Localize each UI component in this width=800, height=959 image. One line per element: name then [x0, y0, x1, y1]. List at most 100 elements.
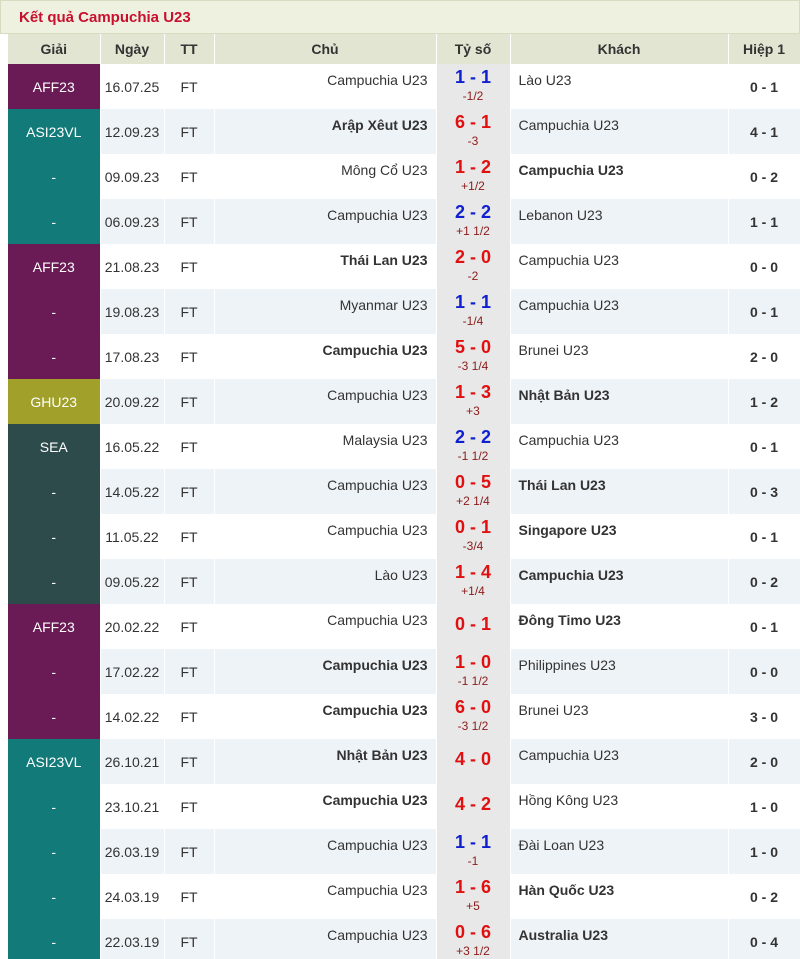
league-cell[interactable]: GHU23	[8, 379, 101, 424]
league-name[interactable]: -	[51, 844, 56, 860]
league-name[interactable]: -	[51, 484, 56, 500]
home-team-cell[interactable]: Campuchia U23	[214, 874, 437, 919]
league-cell[interactable]: AFF23	[8, 604, 101, 649]
away-team-cell[interactable]: Campuchia U23	[510, 424, 729, 469]
score[interactable]: 1 - 3	[437, 382, 510, 402]
league-cell[interactable]: -	[8, 874, 101, 919]
home-team-cell[interactable]: Thái Lan U23	[214, 244, 437, 289]
away-team-cell[interactable]: Nhật Bản U23	[510, 379, 729, 424]
home-team[interactable]: Campuchia U23	[215, 657, 427, 673]
home-team[interactable]: Myanmar U23	[215, 297, 428, 313]
away-team-cell[interactable]: Campuchia U23	[510, 559, 729, 604]
away-team-cell[interactable]: Campuchia U23	[510, 739, 729, 784]
league-name[interactable]: -	[51, 889, 56, 905]
home-team[interactable]: Campuchia U23	[215, 342, 427, 358]
table-row[interactable]: AFF23 21.08.23 FT Thái Lan U23 2 - 0 -2 Campuc…	[8, 244, 800, 289]
away-team-cell[interactable]: Campuchia U23	[510, 154, 729, 199]
league-cell[interactable]: -	[8, 829, 101, 874]
score[interactable]: 1 - 1	[437, 292, 510, 312]
table-row[interactable]: - 17.08.23 FT Campuchia U23 5 - 0 -3 1/4 Brune…	[8, 334, 800, 379]
table-row[interactable]: - 06.09.23 FT Campuchia U23 2 - 2 +1 1/2 Leban…	[8, 199, 800, 244]
score[interactable]: 4 - 0	[437, 749, 510, 769]
home-team[interactable]: Campuchia U23	[215, 792, 427, 808]
away-team-cell[interactable]: Lào U23	[510, 64, 729, 109]
score-cell[interactable]: 1 - 2 +1/2	[436, 154, 511, 199]
score-cell[interactable]: 1 - 3 +3	[436, 379, 511, 424]
score-cell[interactable]: 1 - 1 -1/2	[436, 64, 511, 109]
away-team-cell[interactable]: Brunei U23	[510, 694, 729, 739]
score[interactable]: 0 - 1	[437, 614, 510, 634]
league-cell[interactable]: -	[8, 199, 101, 244]
score[interactable]: 1 - 1	[437, 67, 510, 87]
away-team-cell[interactable]: Thái Lan U23	[510, 469, 729, 514]
league-cell[interactable]: -	[8, 784, 101, 829]
league-name[interactable]: ASI23VL	[26, 124, 81, 140]
league-cell[interactable]: -	[8, 289, 101, 334]
home-team-cell[interactable]: Campuchia U23	[214, 334, 437, 379]
league-name[interactable]: -	[51, 169, 56, 185]
home-team[interactable]: Campuchia U23	[215, 882, 427, 898]
away-team[interactable]: Campuchia U23	[519, 252, 728, 268]
away-team-cell[interactable]: Campuchia U23	[510, 244, 729, 289]
table-row[interactable]: - 14.02.22 FT Campuchia U23 6 - 0 -3 1/2 Brune…	[8, 694, 800, 739]
home-team-cell[interactable]: Campuchia U23	[214, 784, 437, 829]
home-team[interactable]: Malaysia U23	[215, 432, 428, 448]
away-team-cell[interactable]: Hồng Kông U23	[510, 784, 729, 829]
away-team[interactable]: Campuchia U23	[519, 432, 728, 448]
away-team-cell[interactable]: Singapore U23	[510, 514, 729, 559]
away-team[interactable]: Brunei U23	[519, 702, 728, 718]
score[interactable]: 4 - 2	[437, 794, 510, 814]
score-cell[interactable]: 6 - 1 -3	[436, 109, 511, 154]
away-team[interactable]: Singapore U23	[519, 522, 728, 538]
home-team[interactable]: Campuchia U23	[215, 387, 427, 403]
score-cell[interactable]: 1 - 4 +1/4	[436, 559, 511, 604]
league-name[interactable]: -	[51, 529, 56, 545]
header-halftime[interactable]: Hiệp 1	[728, 34, 800, 64]
table-row[interactable]: - 22.03.19 FT Campuchia U23 0 - 6 +3 1/2 Austr…	[8, 919, 800, 959]
league-name[interactable]: -	[51, 574, 56, 590]
league-cell[interactable]: AFF23	[8, 64, 101, 109]
home-team-cell[interactable]: Malaysia U23	[214, 424, 437, 469]
home-team[interactable]: Lào U23	[215, 567, 428, 583]
table-row[interactable]: - 26.03.19 FT Campuchia U23 1 - 1 -1 Đài Loan …	[8, 829, 800, 874]
away-team[interactable]: Campuchia U23	[519, 117, 728, 133]
league-cell[interactable]: -	[8, 694, 101, 739]
league-name[interactable]: -	[51, 664, 56, 680]
league-name[interactable]: -	[51, 799, 56, 815]
away-team-cell[interactable]: Lebanon U23	[510, 199, 729, 244]
score[interactable]: 1 - 4	[437, 562, 510, 582]
away-team[interactable]: Hồng Kông U23	[519, 792, 728, 808]
score[interactable]: 1 - 2	[437, 157, 510, 177]
score[interactable]: 0 - 6	[437, 922, 510, 942]
table-row[interactable]: ASI23VL 26.10.21 FT Nhật Bản U23 4 - 0 Campuc…	[8, 739, 800, 784]
header-date[interactable]: Ngày	[100, 34, 165, 64]
score-cell[interactable]: 2 - 2 -1 1/2	[436, 424, 511, 469]
home-team-cell[interactable]: Mông Cổ U23	[214, 154, 437, 199]
home-team[interactable]: Campuchia U23	[215, 207, 427, 223]
score[interactable]: 0 - 1	[437, 517, 510, 537]
score-cell[interactable]: 4 - 0	[436, 739, 511, 784]
table-row[interactable]: - 19.08.23 FT Myanmar U23 1 - 1 -1/4 Campuchia…	[8, 289, 800, 334]
score[interactable]: 2 - 2	[437, 202, 510, 222]
away-team[interactable]: Đông Timo U23	[519, 612, 728, 628]
home-team-cell[interactable]: Nhật Bản U23	[214, 739, 437, 784]
home-team-cell[interactable]: Campuchia U23	[214, 64, 437, 109]
home-team-cell[interactable]: Campuchia U23	[214, 919, 437, 959]
table-row[interactable]: - 09.05.22 FT Lào U23 1 - 4 +1/4 Campuchia U23…	[8, 559, 800, 604]
away-team[interactable]: Thái Lan U23	[519, 477, 728, 493]
league-name[interactable]: ASI23VL	[26, 754, 81, 770]
home-team-cell[interactable]: Campuchia U23	[214, 199, 437, 244]
league-cell[interactable]: -	[8, 469, 101, 514]
score-cell[interactable]: 1 - 1 -1/4	[436, 289, 511, 334]
away-team[interactable]: Đài Loan U23	[519, 837, 728, 853]
league-cell[interactable]: -	[8, 154, 101, 199]
home-team[interactable]: Campuchia U23	[215, 522, 427, 538]
score[interactable]: 6 - 0	[437, 697, 510, 717]
away-team[interactable]: Lào U23	[519, 72, 728, 88]
away-team[interactable]: Philippines U23	[519, 657, 728, 673]
league-cell[interactable]: ASI23VL	[8, 109, 101, 154]
home-team-cell[interactable]: Campuchia U23	[214, 604, 437, 649]
score[interactable]: 5 - 0	[437, 337, 510, 357]
league-name[interactable]: -	[51, 214, 56, 230]
home-team-cell[interactable]: Campuchia U23	[214, 514, 437, 559]
